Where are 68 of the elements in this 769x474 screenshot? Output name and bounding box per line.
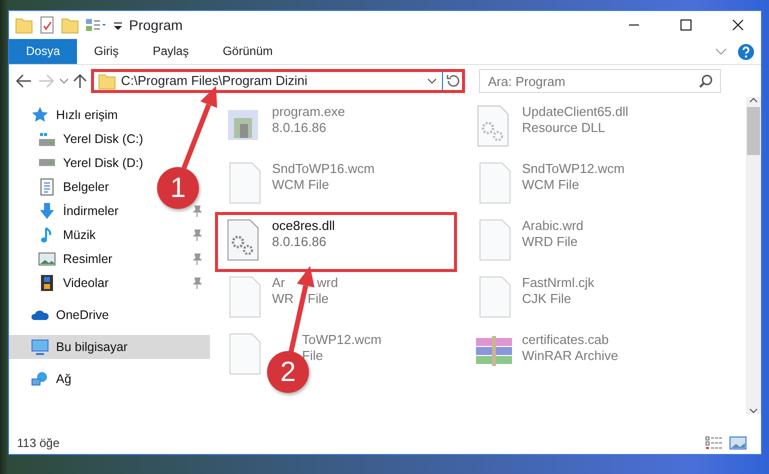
- film-icon: [38, 274, 56, 292]
- file-detail: WRD File: [522, 234, 578, 250]
- file-name: FastNrml.cjk: [522, 275, 594, 291]
- large-icons-view-icon[interactable]: [729, 436, 747, 450]
- ribbon-tab[interactable]: Dosya: [9, 39, 78, 64]
- file-name: Arabic.wrd: [522, 218, 584, 234]
- network-icon: [31, 371, 49, 387]
- file-detail: WCM File: [522, 176, 580, 192]
- file-name: ToWP12.wcm: [302, 332, 382, 348]
- properties-icon[interactable]: [39, 16, 55, 34]
- drive-icon: [38, 159, 56, 167]
- file-name: wrd: [317, 275, 338, 291]
- sidebar-item[interactable]: Yerel Disk (C:): [9, 127, 152, 151]
- item-count: 113 öğe: [17, 436, 60, 450]
- file-name: oce8res.dll: [272, 218, 335, 234]
- file-detail: 8.0.16.86: [272, 120, 326, 136]
- document-icon: [38, 178, 56, 196]
- sidebar-item[interactable]: Belgeler: [9, 175, 117, 199]
- up-icon[interactable]: [73, 73, 87, 89]
- ribbon-tab[interactable]: Giriş: [77, 39, 136, 64]
- file-name: SndToWP12.wcm: [522, 161, 625, 177]
- ribbon-tab[interactable]: Görünüm: [206, 39, 290, 64]
- download-arrow-icon: [38, 202, 56, 220]
- sidebar-item[interactable]: Resimler: [9, 247, 210, 271]
- file-detail: WinRAR Archive: [522, 348, 618, 364]
- ribbon-tab[interactable]: Paylaş: [136, 39, 206, 64]
- drive-icon: [38, 132, 56, 146]
- dropdown-icon[interactable]: [427, 77, 437, 85]
- picture-icon: [38, 252, 56, 266]
- file-detail: 8.0.16.86: [272, 234, 326, 250]
- computer-icon: [31, 338, 49, 356]
- sidebar-item[interactable]: Bu bilgisayar: [9, 335, 210, 359]
- close-icon: [732, 19, 744, 31]
- file-detail: Resource DLL: [522, 120, 606, 136]
- sidebar-item[interactable]: Videolar: [9, 271, 210, 295]
- sidebar-item[interactable]: Yerel Disk (D:): [9, 151, 152, 175]
- file-name: certificates.cab: [522, 332, 609, 348]
- sidebar-item[interactable]: Ağ: [9, 367, 80, 391]
- details-view-icon[interactable]: [705, 436, 723, 450]
- scrollbar[interactable]: [746, 97, 761, 414]
- folder-icon: [98, 72, 116, 90]
- file-name: UpdateClient65.dll: [522, 104, 628, 120]
- file-detail: WCM File: [272, 176, 330, 192]
- file-name: Ar: [272, 275, 285, 291]
- view-icon[interactable]: [85, 17, 107, 33]
- star-icon: [31, 106, 49, 124]
- recent-icon[interactable]: [59, 77, 69, 85]
- sidebar-item[interactable]: Müzik: [9, 223, 210, 247]
- sidebar-item[interactable]: OneDrive: [9, 303, 117, 327]
- scroll-down-icon[interactable]: [749, 408, 758, 414]
- help-icon[interactable]: [737, 42, 755, 60]
- maximize-icon: [680, 19, 692, 31]
- scroll-up-icon[interactable]: [749, 97, 758, 103]
- file-detail: WR: [272, 290, 294, 306]
- refresh-icon[interactable]: [442, 71, 462, 91]
- file-name: program.exe: [272, 104, 345, 120]
- address-bar[interactable]: C:\Program Files\Program Dizini: [91, 69, 465, 93]
- expand-ribbon-icon[interactable]: [715, 48, 727, 56]
- file-name: SndToWP16.wcm: [272, 161, 375, 177]
- sidebar-item[interactable]: Hızlı erişim: [9, 103, 126, 127]
- file-detail: CJK File: [522, 290, 572, 306]
- back-icon[interactable]: [15, 74, 33, 88]
- search-icon[interactable]: [699, 74, 713, 88]
- window-title: Program: [129, 16, 183, 34]
- file-detail: File: [308, 290, 329, 306]
- cloud-icon: [31, 309, 49, 321]
- scroll-thumb[interactable]: [747, 107, 760, 155]
- search-field[interactable]: Ara: Program: [479, 69, 721, 93]
